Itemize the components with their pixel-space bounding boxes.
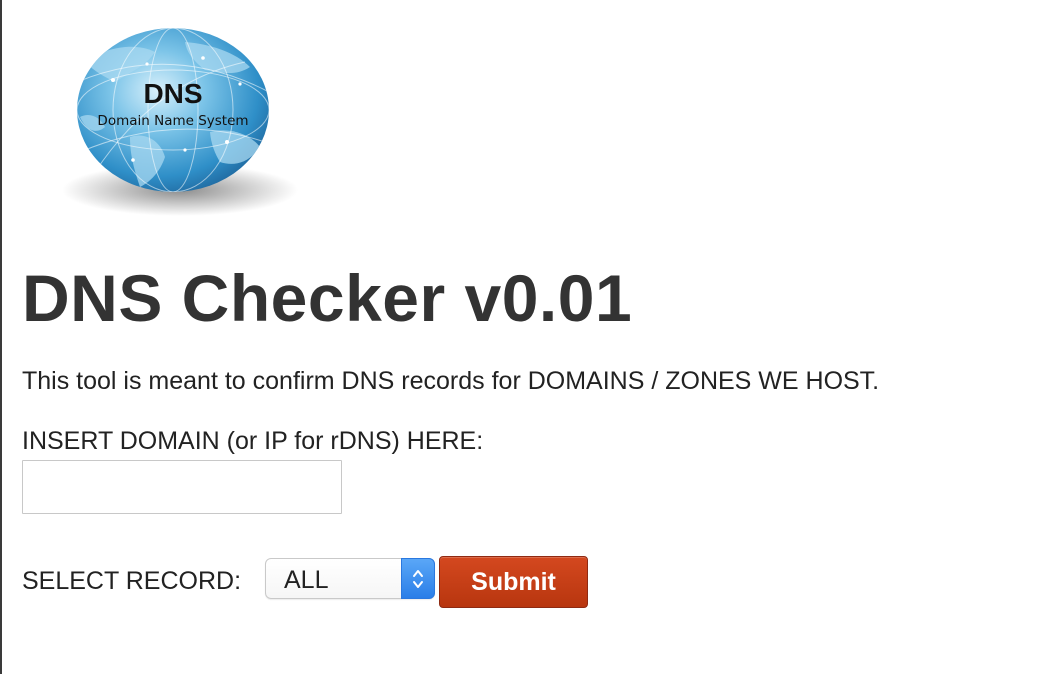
domain-input[interactable]: [22, 460, 342, 514]
domain-label: INSERT DOMAIN (or IP for rDNS) HERE:: [22, 427, 484, 455]
window-left-border: [0, 0, 2, 674]
dns-logo: DNS Domain Name System: [35, 22, 305, 222]
record-label: SELECT RECORD:: [22, 567, 242, 595]
submit-button[interactable]: Submit: [439, 556, 588, 608]
logo-subtitle: Domain Name System: [97, 113, 248, 129]
record-select[interactable]: ALL: [265, 558, 435, 599]
logo-title: DNS: [143, 78, 202, 109]
globe-icon: DNS Domain Name System: [62, 28, 298, 216]
select-arrows-icon: [401, 558, 435, 599]
page-title: DNS Checker v0.01: [22, 261, 633, 335]
page-description: This tool is meant to confirm DNS record…: [22, 367, 880, 395]
record-select-value: ALL: [284, 566, 329, 594]
